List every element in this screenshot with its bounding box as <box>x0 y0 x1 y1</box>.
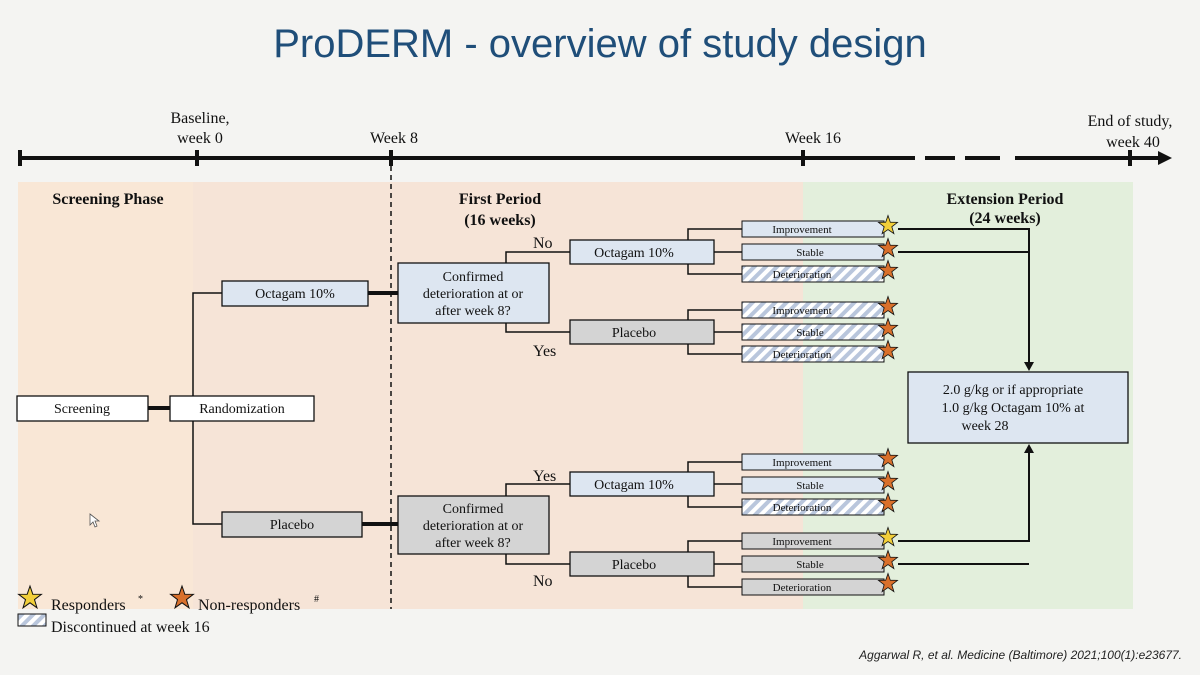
placebo-arm-box: Placebo <box>221 511 363 538</box>
octagam-box-bottom: Octagam 10% <box>569 471 715 497</box>
screening-phase-title: Screening Phase <box>52 191 163 208</box>
decision-bottom-line2: deterioration at or <box>423 519 524 534</box>
outcome-stable-4: Stable <box>741 555 885 573</box>
octagam-arm-box: Octagam 10% <box>221 280 369 307</box>
outcome-deterioration-2-label: Deterioration <box>773 349 832 361</box>
outcome-improvement-2-label: Improvement <box>772 305 831 317</box>
legend-discontinued-swatch-icon <box>17 613 47 627</box>
legend-responders-label: Responders <box>51 597 126 614</box>
decision-box-bottom: Confirmed deterioration at or after week… <box>397 495 550 555</box>
outcome-deterioration-3-label: Deterioration <box>773 502 832 514</box>
outcome-stable-1: Stable <box>741 243 885 261</box>
outcome-deterioration-3: Deterioration <box>741 498 885 516</box>
label-yes-bottom: Yes <box>533 468 556 485</box>
extension-box-line3: week 28 <box>961 419 1008 434</box>
legend-nonresponders-label: Non-responders <box>198 597 300 614</box>
outcome-deterioration-2: Deterioration <box>741 345 885 363</box>
decision-bottom-line1: Confirmed <box>443 502 504 517</box>
timeline-baseline-line2: week 0 <box>177 130 223 147</box>
decision-top-line1: Confirmed <box>443 270 504 285</box>
timeline <box>18 150 1160 166</box>
placebo-top-label: Placebo <box>612 326 656 341</box>
legend-responders-mark: * <box>138 594 143 605</box>
randomization-box-label: Randomization <box>199 402 285 417</box>
outcome-deterioration-4: Deterioration <box>741 578 885 596</box>
label-no-top: No <box>533 235 553 252</box>
outcome-improvement-3: Improvement <box>741 453 885 471</box>
placebo-arm-label: Placebo <box>270 518 314 533</box>
placebo-box-top: Placebo <box>569 319 715 345</box>
citation: Aggarwal R, et al. Medicine (Baltimore) … <box>859 648 1182 662</box>
decision-top-line2: deterioration at or <box>423 287 524 302</box>
outcome-deterioration-1-label: Deterioration <box>773 269 832 281</box>
outcome-improvement-3-label: Improvement <box>772 457 831 469</box>
outcome-deterioration-1: Deterioration <box>741 265 885 283</box>
decision-box-top: Confirmed deterioration at or after week… <box>397 262 550 324</box>
extension-dose-box: 2.0 g/kg or if appropriate 1.0 g/kg Octa… <box>907 371 1129 444</box>
octagam-top-label: Octagam 10% <box>594 246 674 261</box>
label-yes-top: Yes <box>533 343 556 360</box>
randomization-box: Randomization <box>169 395 315 422</box>
label-no-bottom: No <box>533 573 553 590</box>
outcome-stable-3: Stable <box>741 476 885 494</box>
octagam-box-top: Octagam 10% <box>569 239 715 265</box>
timeline-week8: Week 8 <box>370 130 418 147</box>
first-period-duration: (16 weeks) <box>464 212 536 229</box>
decision-bottom-line3: after week 8? <box>435 536 510 551</box>
first-period-title: First Period <box>459 191 541 208</box>
timeline-week16: Week 16 <box>785 130 841 147</box>
outcome-stable-2-label: Stable <box>796 327 824 339</box>
screening-box: Screening <box>16 395 149 422</box>
extension-box-line1: 2.0 g/kg or if appropriate <box>943 383 1083 398</box>
octagam-arm-label: Octagam 10% <box>255 287 335 302</box>
extension-box-line2: 1.0 g/kg Octagam 10% at <box>942 401 1085 416</box>
placebo-box-bottom: Placebo <box>569 551 715 577</box>
outcome-stable-3-label: Stable <box>796 480 824 492</box>
outcome-stable-4-label: Stable <box>796 559 824 571</box>
outcome-deterioration-4-label: Deterioration <box>773 582 832 594</box>
outcome-improvement-1-label: Improvement <box>772 224 831 236</box>
outcome-improvement-4: Improvement <box>741 532 885 550</box>
legend-nonresponders-mark: # <box>314 594 319 605</box>
timeline-baseline-line1: Baseline, <box>170 110 229 127</box>
outcome-stable-2: Stable <box>741 323 885 341</box>
outcome-stable-1-label: Stable <box>796 247 824 259</box>
timeline-arrowhead <box>1158 151 1172 165</box>
study-design-diagram: Baseline, week 0 Week 8 Week 16 End of s… <box>16 110 1173 636</box>
screening-box-label: Screening <box>54 402 110 417</box>
extension-period-duration: (24 weeks) <box>969 210 1041 227</box>
outcome-improvement-1: Improvement <box>741 220 885 238</box>
octagam-bottom-label: Octagam 10% <box>594 478 674 493</box>
outcome-improvement-2: Improvement <box>741 301 885 319</box>
legend-discontinued-label: Discontinued at week 16 <box>51 619 210 636</box>
placebo-bottom-label: Placebo <box>612 558 656 573</box>
timeline-end-line1: End of study, <box>1088 113 1173 130</box>
timeline-end-line2: week 40 <box>1106 134 1160 151</box>
outcome-improvement-4-label: Improvement <box>772 536 831 548</box>
extension-period-title: Extension Period <box>947 191 1064 208</box>
decision-top-line3: after week 8? <box>435 304 510 319</box>
